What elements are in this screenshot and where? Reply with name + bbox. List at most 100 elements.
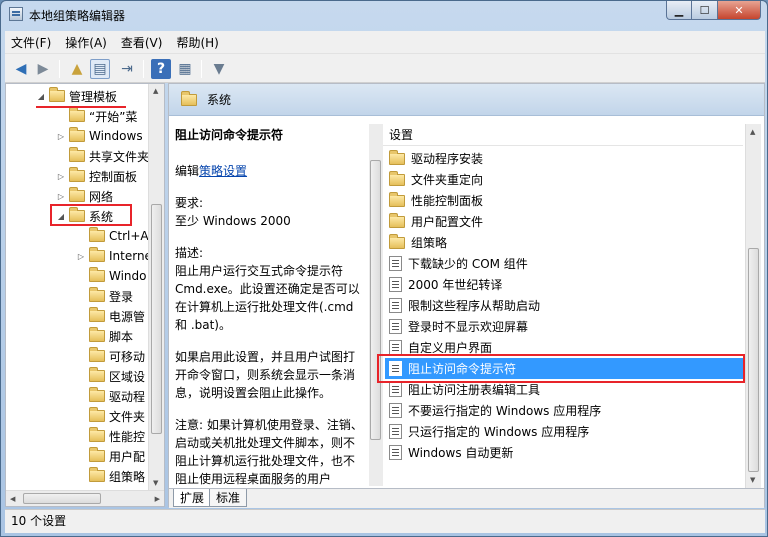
tree-item[interactable]: ▷ 控制面板 xyxy=(56,166,137,186)
folder-icon xyxy=(389,149,405,165)
folder-icon xyxy=(389,191,405,207)
tree-item[interactable]: ◢ 管理模板 xyxy=(36,86,117,106)
tree-item[interactable]: 用户配 xyxy=(76,446,145,466)
list-item[interactable]: 驱动程序安装 xyxy=(385,148,743,169)
details-pane: 系统 阻止访问命令提示符 编辑策略设置 要求: 至少 Windows 2000 描… xyxy=(168,83,765,508)
minimize-icon: ▁ xyxy=(674,3,684,17)
tree-item[interactable]: “开始”菜 xyxy=(56,106,137,126)
tree-item[interactable]: ▷ 网络 xyxy=(56,186,113,206)
menu-action[interactable]: 操作(A) xyxy=(65,34,107,51)
tree-horizontal-scrollbar[interactable]: ◀ ▶ xyxy=(6,490,164,506)
filter-icon[interactable]: ▼ xyxy=(209,59,229,79)
policy-icon xyxy=(389,361,402,376)
tree-item[interactable]: Ctrl+A xyxy=(76,226,149,246)
description-scrollbar[interactable] xyxy=(369,124,383,486)
settings-scrollbar[interactable]: ▲ ▼ xyxy=(745,124,761,488)
title-bar[interactable]: 本地组策略编辑器 ▁ ☐ ✕ xyxy=(1,1,767,29)
scroll-right-icon[interactable]: ▶ xyxy=(155,495,160,503)
menu-view[interactable]: 查看(V) xyxy=(121,34,163,51)
folder-icon xyxy=(89,467,105,482)
list-item-label: 性能控制面板 xyxy=(411,194,484,208)
collapse-icon[interactable]: ◢ xyxy=(36,92,46,101)
tab-standard[interactable]: 标准 xyxy=(209,489,248,507)
tree-item[interactable]: 登录 xyxy=(76,286,133,306)
list-item[interactable]: Windows 自动更新 xyxy=(385,442,743,463)
policy-title: 阻止访问命令提示符 xyxy=(175,128,284,142)
scrollbar-thumb[interactable] xyxy=(748,248,759,472)
status-text: 10 个设置 xyxy=(11,514,67,528)
list-item-label: 阻止访问命令提示符 xyxy=(408,362,517,376)
back-icon[interactable]: ◀ xyxy=(11,59,31,79)
scrollbar-thumb[interactable] xyxy=(23,493,101,504)
list-item[interactable]: 下载缺少的 COM 组件 xyxy=(385,253,743,274)
list-item-label: 下载缺少的 COM 组件 xyxy=(408,257,528,271)
forward-icon[interactable]: ▶ xyxy=(33,59,53,79)
tree-item-label: 性能控 xyxy=(109,429,146,444)
scrollbar-thumb[interactable] xyxy=(151,204,162,434)
tree-item[interactable]: Windo xyxy=(76,266,147,286)
folder-icon xyxy=(89,267,105,282)
properties-icon[interactable]: ▦ xyxy=(175,59,195,79)
tree-item[interactable]: ▷ Windows xyxy=(56,126,143,146)
list-item[interactable]: 限制这些程序从帮助启动 xyxy=(385,295,743,316)
close-icon: ✕ xyxy=(734,3,744,17)
expand-icon[interactable]: ▷ xyxy=(56,172,66,181)
tree-item[interactable]: 区域设 xyxy=(76,366,145,386)
folder-icon xyxy=(89,407,105,422)
status-bar: 10 个设置 xyxy=(5,509,765,533)
scrollbar-thumb[interactable] xyxy=(370,160,381,440)
list-item[interactable]: 阻止访问注册表编辑工具 xyxy=(385,379,743,400)
scroll-down-icon[interactable]: ▼ xyxy=(153,479,158,487)
toolbar: ◀ ▶ ▲ ▤ ⇥ ? ▦ ▼ xyxy=(5,53,765,83)
scroll-left-icon[interactable]: ◀ xyxy=(10,495,15,503)
list-item[interactable]: 用户配置文件 xyxy=(385,211,743,232)
close-button[interactable]: ✕ xyxy=(718,1,761,20)
column-header-settings[interactable]: 设置 xyxy=(383,124,743,146)
scroll-down-icon[interactable]: ▼ xyxy=(750,476,755,484)
folder-icon xyxy=(389,212,405,228)
tree-item[interactable]: 共享文件夹 xyxy=(56,146,149,166)
tree-item[interactable]: ▷ Interne xyxy=(76,246,152,266)
maximize-button[interactable]: ☐ xyxy=(692,1,718,20)
app-icon xyxy=(9,7,23,21)
list-item-label: 文件夹重定向 xyxy=(411,173,484,187)
list-item[interactable]: 不要运行指定的 Windows 应用程序 xyxy=(385,400,743,421)
expand-icon[interactable]: ▷ xyxy=(56,132,66,141)
scroll-up-icon[interactable]: ▲ xyxy=(750,128,755,136)
folder-icon xyxy=(69,187,85,202)
tree-item[interactable]: 脚本 xyxy=(76,326,133,346)
list-item[interactable]: 2000 年世纪转译 xyxy=(385,274,743,295)
tree-item-label: “开始”菜 xyxy=(89,109,138,124)
tree-item[interactable]: ◢ 系统 xyxy=(56,206,113,226)
list-item[interactable]: 只运行指定的 Windows 应用程序 xyxy=(385,421,743,442)
list-item[interactable]: 自定义用户界面 xyxy=(385,337,743,358)
menu-file[interactable]: 文件(F) xyxy=(11,34,51,51)
export-icon[interactable]: ⇥ xyxy=(117,59,137,79)
expand-icon[interactable]: ▷ xyxy=(76,252,86,261)
expand-icon[interactable]: ▷ xyxy=(56,192,66,201)
show-tree-icon[interactable]: ▤ xyxy=(90,59,110,79)
tree-vertical-scrollbar[interactable]: ▲ ▼ xyxy=(148,84,164,490)
help-icon[interactable]: ? xyxy=(151,59,171,79)
category-title: 系统 xyxy=(207,93,232,107)
tree-item[interactable]: 电源管 xyxy=(76,306,145,326)
tree-item[interactable]: 驱动程 xyxy=(76,386,145,406)
list-item-selected[interactable]: 阻止访问命令提示符 xyxy=(385,358,743,379)
up-folder-icon[interactable]: ▲ xyxy=(67,59,87,79)
edit-policy-link[interactable]: 策略设置 xyxy=(199,164,247,178)
tab-extended[interactable]: 扩展 xyxy=(173,489,212,507)
tree-item[interactable]: 组策略 xyxy=(76,466,145,486)
list-item[interactable]: 文件夹重定向 xyxy=(385,169,743,190)
scroll-up-icon[interactable]: ▲ xyxy=(153,87,158,95)
folder-icon xyxy=(69,127,85,142)
list-item[interactable]: 组策略 xyxy=(385,232,743,253)
collapse-icon[interactable]: ◢ xyxy=(56,212,66,221)
tree-item[interactable]: 性能控 xyxy=(76,426,145,446)
minimize-button[interactable]: ▁ xyxy=(666,1,692,20)
list-item[interactable]: 性能控制面板 xyxy=(385,190,743,211)
description-text: 如果启用此设置，并且用户试图打开命令窗口，则系统会显示一条消息，说明设置会阻止此… xyxy=(175,350,356,400)
tree-item[interactable]: 文件夹 xyxy=(76,406,145,426)
menu-help[interactable]: 帮助(H) xyxy=(176,34,218,51)
tree-item[interactable]: 可移动 xyxy=(76,346,145,366)
list-item[interactable]: 登录时不显示欢迎屏幕 xyxy=(385,316,743,337)
